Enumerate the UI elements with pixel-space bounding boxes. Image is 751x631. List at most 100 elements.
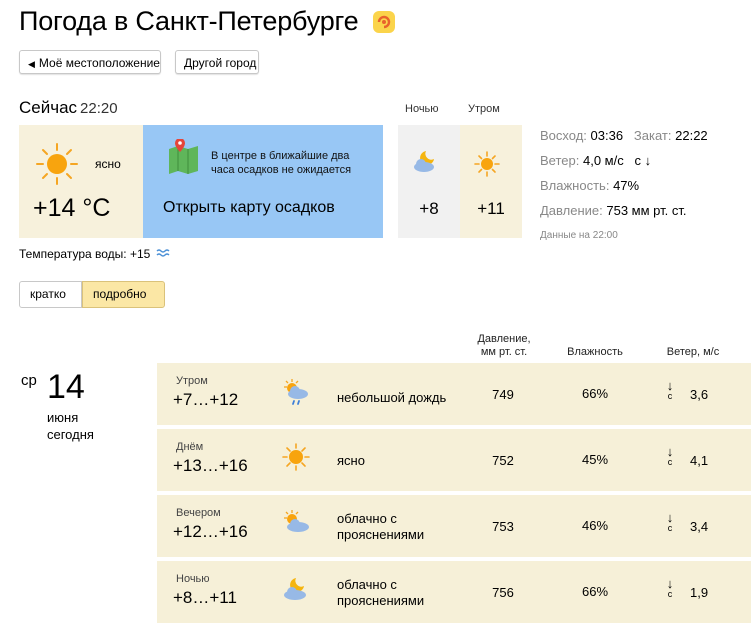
other-city-button[interactable]: Другой город [175,50,259,74]
sunrise-value: 03:36 [590,128,624,143]
yandex-weather-logo-icon[interactable] [372,10,396,34]
wind-speed: 4,1 [690,453,709,468]
cloud-sun-rain-icon [284,379,308,405]
now-time: 22:20 [80,100,118,117]
night-temperature: +8 [419,199,439,218]
condition-text: небольшой дождь [337,390,446,406]
wind-direction: ↓ с [663,445,677,468]
sunset-label: Закат: [633,128,672,143]
condition-line1: ясно [337,453,365,468]
page-title: Погода в Санкт-Петербурге [19,6,359,36]
day-caption: июня сегодня [47,409,94,443]
morning-forecast-card: +11 [460,125,522,238]
water-temperature: Температура воды: +15 [19,247,172,261]
forecast-row-day: Днём +13…+16 ясно 752 45% ↓ с 4,1 [157,429,751,491]
period-label: Днём [176,441,204,453]
night-label: Ночью [405,103,439,115]
pressure-label: Давление: [540,203,603,218]
night-forecast-card: +8 [398,125,460,238]
sun-icon [282,443,310,471]
condition-text: облачно с прояснениями [337,577,424,609]
sun-times: Восход: 03:36 Закат: 22:22 [540,128,708,143]
sunset-value: 22:22 [675,128,708,143]
condition-line1: облачно с [337,577,397,592]
now-label: Сейчас [19,98,78,117]
month-name: июня [47,410,79,425]
humidity-value: 46% [581,518,609,533]
condition-line1: небольшой дождь [337,390,447,405]
period-label: Ночью [176,573,210,585]
pressure-column-header: Давление, мм рт. ст. [470,333,538,359]
location-arrow-icon: ◀ [28,59,35,69]
wind-label: Ветер: [540,153,580,168]
pressure-value: 753 мм рт. ст. [606,203,687,218]
pressure-value: 756 [492,585,514,600]
morning-label: Утром [468,103,500,115]
open-precipitation-map-link[interactable]: Открыть карту осадков [163,199,335,217]
temperature-range: +7…+12 [173,390,239,409]
humidity-value: 45% [581,452,609,467]
detailed-view-toggle[interactable]: подробно [82,281,165,308]
pressure-header-line1: Давление, [477,333,531,345]
map-pin-icon [169,139,198,174]
wind-direction-letter: с [667,391,673,401]
pressure-info: Давление: 753 мм рт. ст. [540,203,686,218]
forecast-row-morning: Утром +7…+12 небольшой дождь 749 66% ↓ с … [157,363,751,425]
cloud-sun-icon [284,510,309,532]
current-condition: ясно [95,157,121,171]
period-label: Утром [176,375,208,387]
pressure-value: 749 [492,387,514,402]
short-view-toggle[interactable]: кратко [19,281,82,308]
temperature-range: +8…+11 [173,588,237,607]
condition-text: облачно с прояснениями [337,511,424,543]
humidity-value: 66% [581,386,609,401]
wind-speed: 3,4 [690,519,709,534]
sunrise-label: Восход: [540,128,587,143]
current-weather-card: ясно +14 °C [19,125,143,238]
temperature-range: +12…+16 [173,522,248,541]
wind-info: Ветер: 4,0 м/с с ↓ [540,153,651,168]
precipitation-note: В центре в ближайшие два часа осадков не… [211,150,352,176]
data-timestamp: Данные на 22:00 [540,230,618,241]
forecast-row-evening: Вечером +12…+16 облачно с прояснениями 7… [157,495,751,557]
pressure-value: 752 [492,453,514,468]
wind-direction: ↓ с [663,577,677,600]
wind-value: 4,0 м/с с ↓ [582,153,652,168]
humidity-column-header: Влажность [567,346,623,358]
my-location-button[interactable]: ◀ Моё местоположение [19,50,161,74]
forecast-row-night: Ночью +8…+11 облачно с прояснениями 756 … [157,561,751,623]
wind-direction: ↓ с [663,511,677,534]
temperature-range: +13…+16 [173,456,248,475]
precipitation-map-card[interactable]: В центре в ближайшие два часа осадков не… [143,125,383,238]
day-number: 14 [47,368,85,406]
relative-day: сегодня [47,427,94,442]
period-label: Вечером [176,507,221,519]
wind-direction-letter: с [667,457,673,467]
humidity-value: 47% [613,178,640,193]
wind-speed: 3,6 [690,387,709,402]
condition-line2: прояснениями [337,527,425,542]
condition-line1: облачно с [337,511,397,526]
sun-icon [474,151,500,177]
water-temperature-text: Температура воды: +15 [19,247,151,261]
humidity-value: 66% [581,584,609,599]
day-of-week: ср [21,372,37,389]
morning-temperature: +11 [477,199,505,218]
wind-direction: ↓ с [663,379,677,402]
wind-direction-letter: с [667,523,673,533]
cloud-moon-icon [284,578,306,600]
pressure-value: 753 [492,519,514,534]
wind-column-header: Ветер, м/с [666,346,720,358]
current-temperature: +14 °C [33,194,111,222]
wind-direction-letter: с [667,589,673,599]
humidity-label: Влажность: [540,178,610,193]
water-waves-icon [156,249,170,257]
condition-text: ясно [337,453,365,469]
condition-line2: прояснениями [337,593,425,608]
sun-icon [36,143,78,185]
now-heading: Сейчас 22:20 [19,98,118,118]
cloud-moon-icon [414,151,434,172]
wind-speed: 1,9 [690,585,709,600]
pressure-header-line2: мм рт. ст. [480,346,528,358]
humidity-info: Влажность: 47% [540,178,639,193]
